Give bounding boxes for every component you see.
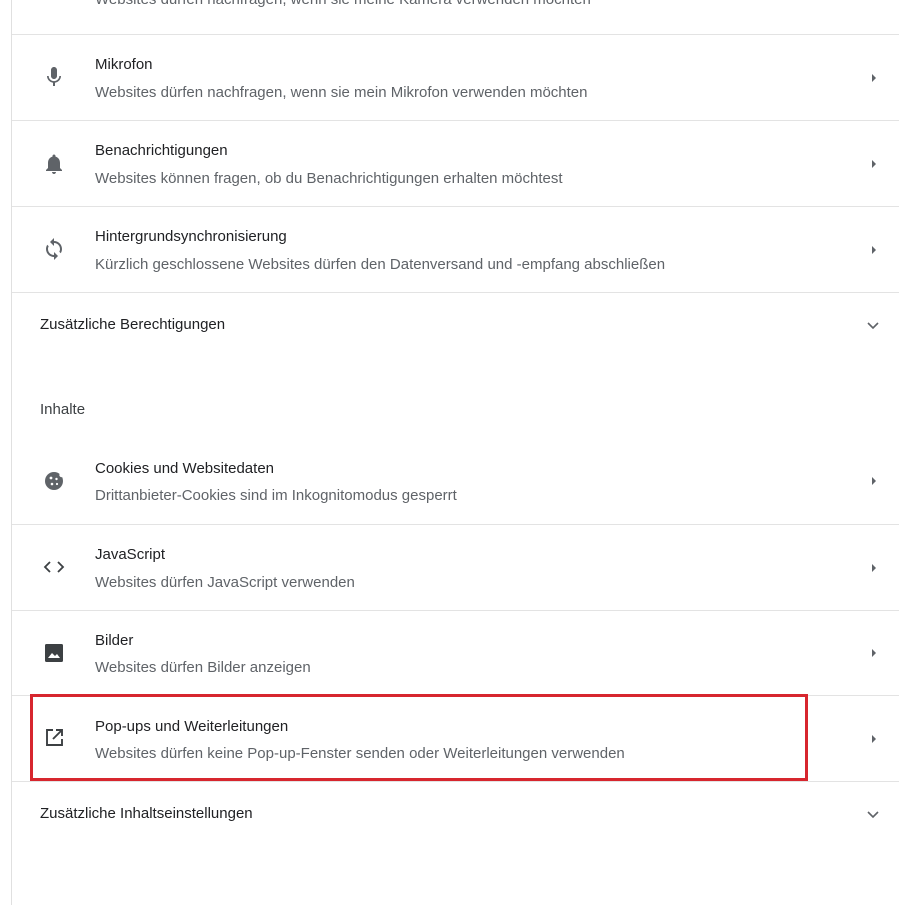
arrow-right-icon (869, 474, 879, 488)
settings-row-subtitle: Websites können fragen, ob du Benachrich… (95, 170, 563, 187)
open-in-new-icon (42, 726, 66, 750)
additional-permissions-label: Zusätzliche Berechtigungen (40, 316, 226, 333)
additional-content-settings-toggle[interactable]: Zusätzliche Inhaltseinstellungen (12, 781, 899, 845)
settings-row-title: Benachrichtigungen (95, 142, 228, 159)
settings-row-subtitle: Websites dürfen keine Pop-up-Fenster sen… (95, 745, 625, 762)
settings-row-images[interactable]: Bilder Websites dürfen Bilder anzeigen (12, 610, 899, 695)
microphone-icon (42, 65, 66, 89)
camera-row-partial-subtitle: Websites dürfen nachfragen, wenn sie mei… (95, 0, 591, 8)
settings-row-notifications[interactable]: Benachrichtigungen Websites können frage… (12, 120, 899, 206)
settings-row-title: Mikrofon (95, 56, 153, 73)
arrow-right-icon (869, 157, 879, 171)
settings-row-title: Hintergrundsynchronisierung (95, 228, 287, 245)
additional-content-settings-label: Zusätzliche Inhaltseinstellungen (40, 805, 253, 822)
image-icon (42, 641, 66, 665)
code-icon (42, 555, 66, 579)
settings-row-subtitle: Kürzlich geschlossene Websites dürfen de… (95, 256, 666, 273)
settings-row-subtitle: Websites dürfen nachfragen, wenn sie mei… (95, 84, 588, 101)
bell-icon (42, 152, 66, 176)
arrow-right-icon (869, 243, 879, 257)
additional-permissions-toggle[interactable]: Zusätzliche Berechtigungen (12, 292, 899, 356)
content-section-title: Inhalte (40, 401, 86, 418)
chevron-down-icon (865, 317, 881, 333)
arrow-right-icon (869, 71, 879, 85)
settings-row-cookies[interactable]: Cookies und Websitedaten Drittanbieter-C… (12, 438, 899, 524)
settings-row-title: JavaScript (95, 546, 166, 563)
settings-row-title: Pop-ups und Weiterleitungen (95, 718, 289, 735)
settings-row-microphone[interactable]: Mikrofon Websites dürfen nachfragen, wen… (12, 34, 899, 120)
arrow-right-icon (869, 732, 879, 746)
arrow-right-icon (869, 646, 879, 660)
settings-row-subtitle: Websites dürfen Bilder anzeigen (95, 659, 311, 676)
chevron-down-icon (865, 806, 881, 822)
settings-row-subtitle: Drittanbieter-Cookies sind im Inkognitom… (95, 487, 457, 504)
site-settings-panel: Websites dürfen nachfragen, wenn sie mei… (11, 0, 899, 905)
arrow-right-icon (869, 561, 879, 575)
settings-row-javascript[interactable]: JavaScript Websites dürfen JavaScript ve… (12, 524, 899, 610)
cookie-icon (42, 469, 66, 493)
settings-row-popups[interactable]: Pop-ups und Weiterleitungen Websites dür… (12, 695, 899, 781)
settings-row-background-sync[interactable]: Hintergrundsynchronisierung Kürzlich ges… (12, 206, 899, 292)
settings-row-title: Cookies und Websitedaten (95, 460, 275, 477)
settings-row-subtitle: Websites dürfen JavaScript verwenden (95, 574, 355, 591)
settings-row-title: Bilder (95, 632, 134, 649)
sync-icon (42, 237, 66, 261)
